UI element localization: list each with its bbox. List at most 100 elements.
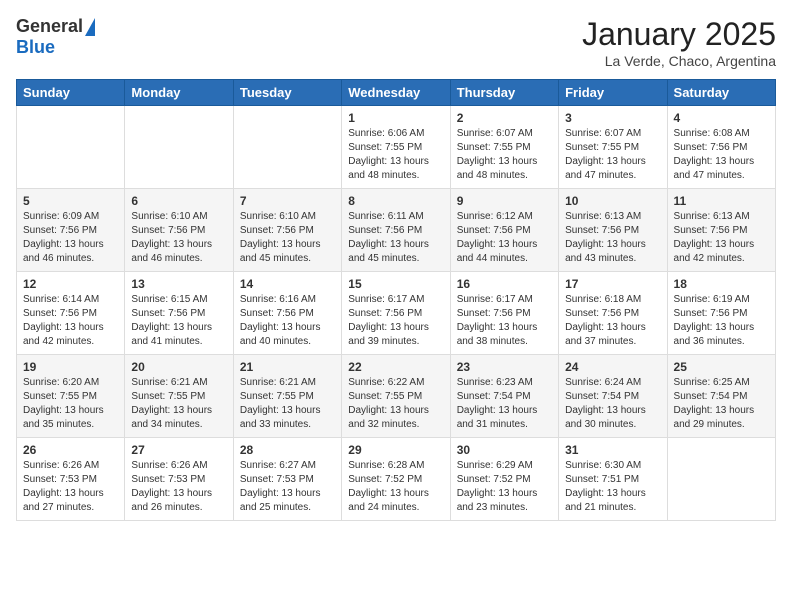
day-info: Sunrise: 6:16 AM Sunset: 7:56 PM Dayligh… — [240, 293, 335, 349]
day-of-week-header: Friday — [559, 80, 667, 106]
calendar-day-cell: 6 Sunrise: 6:10 AM Sunset: 7:56 PM Daylig… — [125, 189, 233, 272]
day-number: 11 — [674, 194, 769, 208]
calendar-day-cell: 27Sunrise: 6:26 AM Sunset: 7:53 PM Dayli… — [125, 438, 233, 521]
day-number: 13 — [131, 277, 226, 291]
calendar-day-cell: 15 Sunrise: 6:17 AM Sunset: 7:56 PM Dayli… — [342, 272, 450, 355]
day-info: Sunrise: 6:14 AM Sunset: 7:56 PM Dayligh… — [23, 293, 118, 349]
day-info: Sunrise: 6:30 AM Sunset: 7:51 PM Dayligh… — [565, 459, 660, 515]
calendar-day-cell: 4 Sunrise: 6:08 AM Sunset: 7:56 PM Daylig… — [667, 106, 775, 189]
calendar-day-cell: 22 Sunrise: 6:22 AM Sunset: 7:55 PM Dayli… — [342, 355, 450, 438]
day-number: 1 — [348, 111, 443, 125]
day-info: Sunrise: 6:12 AM Sunset: 7:56 PM Dayligh… — [457, 210, 552, 266]
day-info: Sunrise: 6:20 AM Sunset: 7:55 PM Dayligh… — [23, 376, 118, 432]
calendar-day-cell: 3Sunrise: 6:07 AM Sunset: 7:55 PM Daylig… — [559, 106, 667, 189]
day-number: 27 — [131, 443, 226, 457]
calendar-day-cell: 17 Sunrise: 6:18 AM Sunset: 7:56 PM Dayli… — [559, 272, 667, 355]
calendar-day-cell — [17, 106, 125, 189]
calendar-day-cell — [125, 106, 233, 189]
calendar-day-cell — [233, 106, 341, 189]
month-title: January 2025 — [582, 16, 776, 53]
day-number: 12 — [23, 277, 118, 291]
day-info: Sunrise: 6:24 AM Sunset: 7:54 PM Dayligh… — [565, 376, 660, 432]
day-number: 20 — [131, 360, 226, 374]
calendar-week-row: 5 Sunrise: 6:09 AM Sunset: 7:56 PM Daylig… — [17, 189, 776, 272]
day-number: 31 — [565, 443, 660, 457]
calendar-day-cell: 7Sunrise: 6:10 AM Sunset: 7:56 PM Daylig… — [233, 189, 341, 272]
day-number: 29 — [348, 443, 443, 457]
day-number: 28 — [240, 443, 335, 457]
calendar-day-cell: 5 Sunrise: 6:09 AM Sunset: 7:56 PM Daylig… — [17, 189, 125, 272]
day-number: 6 — [131, 194, 226, 208]
day-number: 4 — [674, 111, 769, 125]
day-info: Sunrise: 6:27 AM Sunset: 7:53 PM Dayligh… — [240, 459, 335, 515]
day-info: Sunrise: 6:28 AM Sunset: 7:52 PM Dayligh… — [348, 459, 443, 515]
day-number: 14 — [240, 277, 335, 291]
day-info: Sunrise: 6:06 AM Sunset: 7:55 PM Dayligh… — [348, 127, 443, 183]
page-header: General Blue January 2025 La Verde, Chac… — [16, 16, 776, 69]
calendar-day-cell: 21 Sunrise: 6:21 AM Sunset: 7:55 PM Dayli… — [233, 355, 341, 438]
calendar-day-cell: 28 Sunrise: 6:27 AM Sunset: 7:53 PM Dayli… — [233, 438, 341, 521]
calendar-day-cell: 9 Sunrise: 6:12 AM Sunset: 7:56 PM Daylig… — [450, 189, 558, 272]
calendar-day-cell: 29 Sunrise: 6:28 AM Sunset: 7:52 PM Dayli… — [342, 438, 450, 521]
calendar-day-cell: 1 Sunrise: 6:06 AM Sunset: 7:55 PM Daylig… — [342, 106, 450, 189]
day-info: Sunrise: 6:10 AM Sunset: 7:56 PM Dayligh… — [131, 210, 226, 266]
calendar-day-cell: 12 Sunrise: 6:14 AM Sunset: 7:56 PM Dayli… — [17, 272, 125, 355]
day-number: 7 — [240, 194, 335, 208]
day-info: Sunrise: 6:19 AM Sunset: 7:56 PM Dayligh… — [674, 293, 769, 349]
day-number: 23 — [457, 360, 552, 374]
day-of-week-header: Tuesday — [233, 80, 341, 106]
day-info: Sunrise: 6:13 AM Sunset: 7:56 PM Dayligh… — [565, 210, 660, 266]
calendar-table: SundayMondayTuesdayWednesdayThursdayFrid… — [16, 79, 776, 521]
calendar-day-cell: 10 Sunrise: 6:13 AM Sunset: 7:56 PM Dayli… — [559, 189, 667, 272]
day-number: 18 — [674, 277, 769, 291]
day-info: Sunrise: 6:18 AM Sunset: 7:56 PM Dayligh… — [565, 293, 660, 349]
day-number: 5 — [23, 194, 118, 208]
day-number: 22 — [348, 360, 443, 374]
day-info: Sunrise: 6:07 AM Sunset: 7:55 PM Dayligh… — [565, 127, 660, 183]
calendar-day-cell: 24 Sunrise: 6:24 AM Sunset: 7:54 PM Dayli… — [559, 355, 667, 438]
day-number: 10 — [565, 194, 660, 208]
calendar-day-cell: 2Sunrise: 6:07 AM Sunset: 7:55 PM Daylig… — [450, 106, 558, 189]
day-info: Sunrise: 6:08 AM Sunset: 7:56 PM Dayligh… — [674, 127, 769, 183]
calendar-day-cell: 19Sunrise: 6:20 AM Sunset: 7:55 PM Dayli… — [17, 355, 125, 438]
calendar-day-cell: 30Sunrise: 6:29 AM Sunset: 7:52 PM Dayli… — [450, 438, 558, 521]
calendar-day-cell: 14 Sunrise: 6:16 AM Sunset: 7:56 PM Dayli… — [233, 272, 341, 355]
day-info: Sunrise: 6:17 AM Sunset: 7:56 PM Dayligh… — [348, 293, 443, 349]
title-area: January 2025 La Verde, Chaco, Argentina — [582, 16, 776, 69]
logo-triangle-icon — [85, 18, 95, 36]
calendar-day-cell: 11 Sunrise: 6:13 AM Sunset: 7:56 PM Dayli… — [667, 189, 775, 272]
day-info: Sunrise: 6:21 AM Sunset: 7:55 PM Dayligh… — [240, 376, 335, 432]
day-number: 24 — [565, 360, 660, 374]
day-info: Sunrise: 6:09 AM Sunset: 7:56 PM Dayligh… — [23, 210, 118, 266]
logo-general-text: General — [16, 16, 83, 37]
day-of-week-header: Monday — [125, 80, 233, 106]
calendar-day-cell: 18 Sunrise: 6:19 AM Sunset: 7:56 PM Dayli… — [667, 272, 775, 355]
day-info: Sunrise: 6:17 AM Sunset: 7:56 PM Dayligh… — [457, 293, 552, 349]
day-of-week-header: Thursday — [450, 80, 558, 106]
location-subtitle: La Verde, Chaco, Argentina — [582, 53, 776, 69]
day-info: Sunrise: 6:26 AM Sunset: 7:53 PM Dayligh… — [23, 459, 118, 515]
day-number: 9 — [457, 194, 552, 208]
day-number: 16 — [457, 277, 552, 291]
calendar-day-cell: 25Sunrise: 6:25 AM Sunset: 7:54 PM Dayli… — [667, 355, 775, 438]
day-info: Sunrise: 6:13 AM Sunset: 7:56 PM Dayligh… — [674, 210, 769, 266]
calendar-day-cell: 31 Sunrise: 6:30 AM Sunset: 7:51 PM Dayli… — [559, 438, 667, 521]
calendar-week-row: 1 Sunrise: 6:06 AM Sunset: 7:55 PM Daylig… — [17, 106, 776, 189]
day-number: 25 — [674, 360, 769, 374]
calendar-day-cell: 26 Sunrise: 6:26 AM Sunset: 7:53 PM Dayli… — [17, 438, 125, 521]
day-number: 8 — [348, 194, 443, 208]
day-number: 21 — [240, 360, 335, 374]
day-info: Sunrise: 6:29 AM Sunset: 7:52 PM Dayligh… — [457, 459, 552, 515]
day-number: 17 — [565, 277, 660, 291]
calendar-day-cell: 13Sunrise: 6:15 AM Sunset: 7:56 PM Dayli… — [125, 272, 233, 355]
day-info: Sunrise: 6:23 AM Sunset: 7:54 PM Dayligh… — [457, 376, 552, 432]
day-info: Sunrise: 6:21 AM Sunset: 7:55 PM Dayligh… — [131, 376, 226, 432]
day-info: Sunrise: 6:22 AM Sunset: 7:55 PM Dayligh… — [348, 376, 443, 432]
calendar-week-row: 12 Sunrise: 6:14 AM Sunset: 7:56 PM Dayli… — [17, 272, 776, 355]
day-of-week-header: Wednesday — [342, 80, 450, 106]
day-number: 15 — [348, 277, 443, 291]
calendar-day-cell — [667, 438, 775, 521]
day-of-week-header: Sunday — [17, 80, 125, 106]
day-number: 26 — [23, 443, 118, 457]
day-of-week-header: Saturday — [667, 80, 775, 106]
